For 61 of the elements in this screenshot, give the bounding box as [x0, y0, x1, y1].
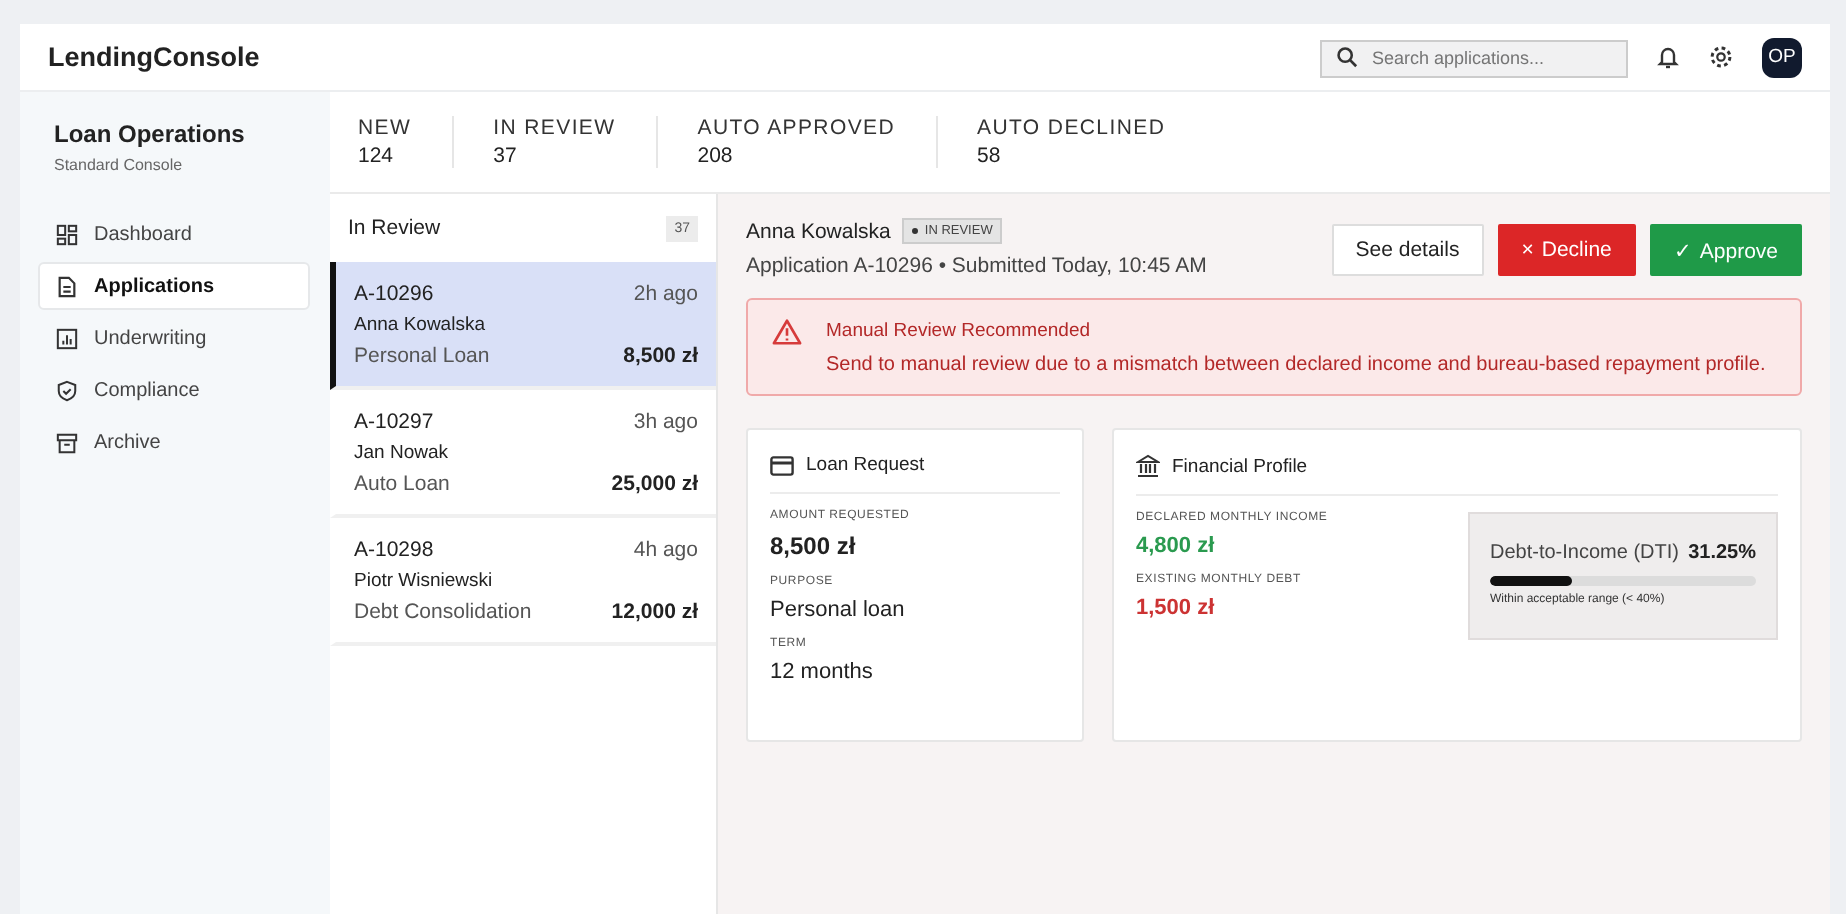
bell-icon[interactable] [1656, 44, 1680, 70]
field-value: 8,500 zł [770, 532, 858, 560]
loan-amount: 25,000 zł [611, 472, 698, 496]
nav-icon [56, 327, 78, 349]
application-subtitle: Application A-10296 • Submitted Today, 10:45 AM [746, 254, 1207, 278]
alert-message: Send to manual review due to a mismatch between declared income and bureau-based repayment profile. [826, 354, 1766, 376]
alert-title: Manual Review Recommended [826, 320, 1093, 342]
nav-icon [56, 223, 78, 245]
sidebar-item[interactable]: Compliance [38, 366, 310, 414]
sidebar-item[interactable]: Applications [38, 262, 310, 310]
loan-product: Auto Loan [354, 472, 450, 496]
application-item[interactable]: A-10296 2h ago Anna Kowalska Personal Loan 8,500 zł [330, 262, 716, 390]
stat-label: AUTO DECLINED [977, 116, 1166, 140]
user-avatar[interactable]: OP [1762, 37, 1802, 77]
applicant-name: Jan Nowak [354, 442, 448, 464]
application-time: 3h ago [633, 410, 698, 434]
card-title: Financial Profile [1172, 455, 1308, 477]
sidebar-item[interactable]: Dashboard [38, 210, 310, 258]
field-value: 4,800 zł [1136, 534, 1217, 558]
applicant-name: Anna Kowalska [746, 219, 891, 243]
stat-value: 37 [493, 144, 519, 168]
stat-label: IN REVIEW [493, 116, 616, 140]
application-id: A-10296 [354, 282, 434, 306]
application-id: A-10297 [354, 410, 434, 434]
see-details-button[interactable]: See details [1331, 224, 1484, 276]
queue-title: In Review [348, 216, 441, 240]
stat-value: 58 [977, 144, 1003, 168]
loan-amount: 8,500 zł [623, 344, 698, 368]
field-value: 1,500 zł [1136, 596, 1217, 620]
stat-value: 124 [358, 144, 396, 168]
application-time: 4h ago [633, 538, 698, 562]
dti-label: Debt-to-Income (DTI) [1490, 542, 1679, 564]
application-time: 2h ago [633, 282, 698, 306]
applicant-name: Anna Kowalska [354, 314, 485, 336]
sidebar-item[interactable]: Underwriting [38, 314, 310, 362]
nav-icon [56, 275, 78, 297]
application-id: A-10298 [354, 538, 434, 562]
sidebar-item[interactable]: Archive [38, 418, 310, 466]
approve-button[interactable]: ✓ Approve [1649, 224, 1802, 276]
search-field[interactable]: Search applications... [1320, 39, 1628, 77]
card-title: Loan Request [806, 454, 925, 476]
field-value: Personal loan [770, 598, 907, 622]
loan-product: Personal Loan [354, 344, 490, 368]
nav-icon [56, 431, 78, 453]
applicant-name: Piotr Wisniewski [354, 570, 493, 592]
stat-value: 208 [697, 144, 735, 168]
dti-value: 31.25% [1688, 542, 1756, 564]
settings-icon[interactable] [1708, 44, 1734, 70]
sidebar-title: Loan Operations [52, 120, 247, 148]
brand-logo: LendingConsole [48, 42, 260, 72]
nav-icon [56, 379, 78, 401]
loan-amount: 12,000 zł [611, 600, 698, 624]
loan-product: Debt Consolidation [354, 600, 532, 624]
decline-button[interactable]: × Decline [1497, 224, 1636, 276]
stat-label: AUTO APPROVED [697, 116, 896, 140]
field-value: 12 months [770, 660, 875, 684]
warning-icon [772, 318, 802, 346]
card-icon [770, 455, 794, 475]
bank-icon [1136, 454, 1160, 478]
stat-label: NEW [358, 116, 412, 140]
sidebar-subtitle: Standard Console [52, 156, 185, 174]
